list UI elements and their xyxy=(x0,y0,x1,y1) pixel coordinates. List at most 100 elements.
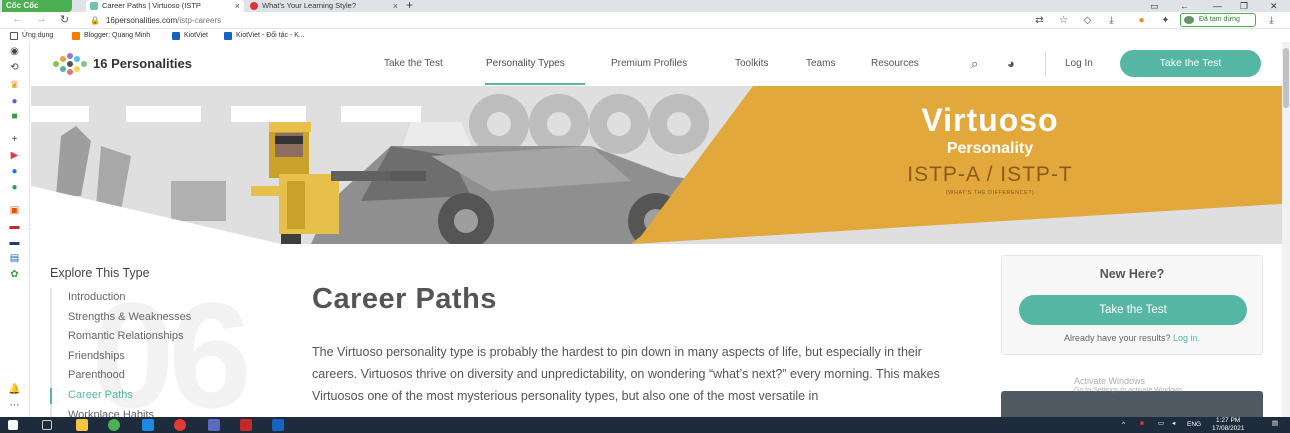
clock-time[interactable]: 1:27 PM xyxy=(1216,417,1240,425)
news-icon[interactable]: ▬ xyxy=(8,221,21,233)
nav-premium-profiles[interactable]: Premium Profiles xyxy=(611,58,687,69)
eye-icon[interactable]: ◉ xyxy=(8,46,21,58)
toc-item-introduction[interactable]: Introduction xyxy=(52,288,270,308)
word-icon[interactable] xyxy=(272,419,284,431)
whats-the-difference-link[interactable]: (WHAT'S THE DIFFERENCE?) xyxy=(885,190,1095,196)
url-path: /istp-careers xyxy=(177,16,222,25)
toc-item-career-paths[interactable]: Career Paths xyxy=(50,386,270,406)
more-icon[interactable]: ⋯ xyxy=(8,400,21,412)
app-icon[interactable] xyxy=(240,419,252,431)
nav-toolkits[interactable]: Toolkits xyxy=(735,58,768,69)
messenger-icon[interactable]: ● xyxy=(8,96,21,108)
site-favicon-icon xyxy=(250,2,258,10)
shop-icon[interactable]: ▣ xyxy=(8,205,21,217)
take-the-test-button[interactable]: Take the Test xyxy=(1120,50,1261,77)
downloads-tray-icon[interactable]: ⤓ xyxy=(1266,15,1277,26)
new-tab-icon[interactable]: + xyxy=(406,0,413,12)
puzzle-icon[interactable]: ✦ xyxy=(1160,15,1171,26)
close-tab-icon[interactable]: × xyxy=(393,0,398,12)
toc-item-romantic[interactable]: Romantic Relationships xyxy=(52,327,270,347)
article-paragraph: The Virtuoso personality type is probabl… xyxy=(312,345,940,403)
bookmark-kiotviet[interactable]: KiotViet xyxy=(172,30,208,41)
kiotviet-icon xyxy=(172,32,180,40)
hero-banner: Virtuoso Personality ISTP-A / ISTP-T (WH… xyxy=(31,86,1282,244)
windows-start-icon[interactable] xyxy=(8,420,18,430)
extension-icon[interactable]: ● xyxy=(1136,15,1147,26)
tray-arrow-icon[interactable]: ^ xyxy=(1122,421,1125,429)
tab-list-icon[interactable]: ▭ xyxy=(1150,0,1159,12)
apps-grid-icon xyxy=(10,32,18,40)
minimize-icon[interactable]: — xyxy=(1213,0,1222,12)
forward-icon[interactable]: → xyxy=(36,13,47,25)
tab-career-paths[interactable]: Career Paths | Virtuoso (ISTP × xyxy=(86,0,244,12)
already-results-text: Already have your results? Log in. xyxy=(1002,333,1262,343)
login-link[interactable]: Log In xyxy=(1065,58,1093,69)
bookmark-blogger[interactable]: Blogger: Quang Minh xyxy=(72,30,150,41)
game-icon[interactable]: ■ xyxy=(8,111,21,123)
lock-icon: 🔒 xyxy=(90,16,100,25)
translate-icon[interactable]: ⇄ xyxy=(1034,15,1045,26)
browser-brand[interactable]: Cốc Cốc xyxy=(2,0,72,12)
explore-toc: Introduction Strengths & Weaknesses Roma… xyxy=(50,288,270,417)
paused-label: Đã tạm dừng xyxy=(1199,16,1240,23)
back-icon[interactable]: ← xyxy=(12,13,23,25)
bank-icon[interactable]: ▬ xyxy=(8,237,21,249)
activate-windows-watermark: Activate Windows Go to Settings to activ… xyxy=(1074,376,1185,396)
reload-icon[interactable]: ↻ xyxy=(60,13,69,26)
teams-icon[interactable] xyxy=(208,419,220,431)
already-results-label: Already have your results? xyxy=(1063,333,1171,343)
task-view-icon[interactable] xyxy=(42,420,52,430)
add-icon[interactable]: + xyxy=(8,134,21,146)
nav-resources[interactable]: Resources xyxy=(871,58,919,69)
scrollbar-thumb[interactable] xyxy=(1283,48,1289,108)
nav-teams[interactable]: Teams xyxy=(806,58,835,69)
tab-learning-style[interactable]: What's Your Learning Style? × xyxy=(246,0,402,12)
history-icon[interactable]: ⟲ xyxy=(8,62,21,74)
toc-item-workplace[interactable]: Workplace Habits xyxy=(52,406,270,417)
chat-icon[interactable]: ● xyxy=(8,182,21,194)
toc-item-parenthood[interactable]: Parenthood xyxy=(52,366,270,386)
tab-title: Career Paths | Virtuoso (ISTP xyxy=(102,1,201,10)
apps-icon[interactable]: ✿ xyxy=(8,269,21,281)
chat-taskbar-icon[interactable] xyxy=(142,419,154,431)
portal-icon[interactable]: ▤ xyxy=(8,253,21,265)
new-here-take-test-button[interactable]: Take the Test xyxy=(1019,295,1247,325)
youtube-icon[interactable]: ▶ xyxy=(8,150,21,162)
chrome-icon[interactable] xyxy=(174,419,186,431)
toc-item-strengths[interactable]: Strengths & Weaknesses xyxy=(52,308,270,328)
hero-subtitle: Personality xyxy=(946,140,1034,157)
crown-icon[interactable]: ♛ xyxy=(8,80,21,92)
profile-paused-button[interactable]: Đã tạm dừng xyxy=(1180,13,1256,27)
close-window-icon[interactable]: ✕ xyxy=(1270,0,1278,12)
star-icon[interactable]: ☆ xyxy=(1058,15,1069,26)
notification-bell-icon[interactable]: 🔔 xyxy=(8,384,21,396)
url-field[interactable]: 🔒 16personalities.com/istp-careers xyxy=(90,14,221,27)
activate-line1: Activate Windows xyxy=(1074,376,1146,386)
header-divider xyxy=(1045,52,1046,76)
facebook-icon[interactable]: ● xyxy=(8,166,21,178)
file-explorer-icon[interactable] xyxy=(76,419,88,431)
page-scrollbar[interactable] xyxy=(1282,42,1290,417)
language-indicator[interactable]: ENG xyxy=(1187,421,1201,429)
clock-date[interactable]: 17/08/2021 xyxy=(1212,425,1245,433)
back-arrow-icon[interactable]: ← xyxy=(1180,0,1189,12)
close-tab-icon[interactable]: × xyxy=(235,0,240,12)
restore-icon[interactable]: ❐ xyxy=(1240,0,1248,12)
bookmark-apps[interactable]: Ứng dụng xyxy=(10,30,53,41)
volume-icon[interactable]: ◂ xyxy=(1172,420,1175,428)
network-icon[interactable]: ▭ xyxy=(1158,420,1164,428)
new-here-card: New Here? Take the Test Already have you… xyxy=(1001,255,1263,355)
login-link-small[interactable]: Log in. xyxy=(1173,333,1200,343)
search-icon[interactable]: ⌕ xyxy=(971,56,978,72)
tray-app-icon[interactable]: ■ xyxy=(1140,420,1144,428)
bookmark-kiotviet-partner[interactable]: KiotViet - Đối tác - K... xyxy=(224,30,305,41)
coccoc-taskbar-icon[interactable] xyxy=(108,419,120,431)
nav-take-the-test[interactable]: Take the Test xyxy=(384,58,443,69)
nav-personality-types[interactable]: Personality Types xyxy=(486,58,565,69)
shield-icon[interactable]: ◇ xyxy=(1082,15,1093,26)
toc-item-friendships[interactable]: Friendships xyxy=(52,347,270,367)
notifications-icon[interactable]: ▤ xyxy=(1272,420,1278,428)
language-globe-icon[interactable]: ◕ xyxy=(1007,56,1015,71)
windows-taskbar: ^ ■ ▭ ◂ ENG 1:27 PM 17/08/2021 ▤ xyxy=(0,417,1290,433)
download-icon[interactable]: ⤓ xyxy=(1106,15,1117,26)
